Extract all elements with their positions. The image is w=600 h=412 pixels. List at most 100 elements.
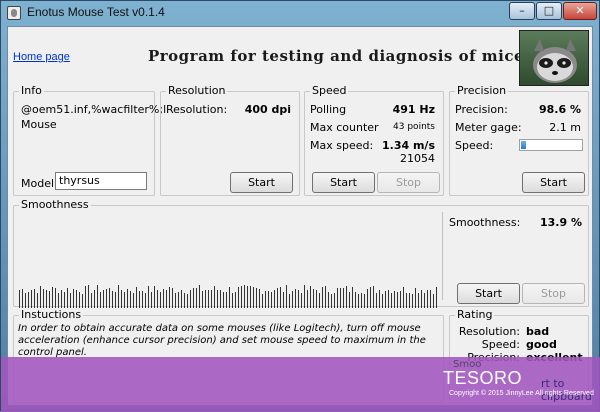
polling-label: Polling (310, 103, 347, 116)
smoothness-tick (211, 290, 212, 308)
precision-group: Precision Precision: 98.6 % Meter gage: … (449, 85, 589, 196)
smoothness-tick (259, 289, 260, 308)
smoothness-tick (286, 285, 287, 308)
smoothness-tick (166, 290, 167, 308)
smoothness-tick (274, 290, 275, 308)
smoothness-value: 13.9 % (540, 216, 582, 229)
speed-gauge (519, 139, 583, 151)
window-title: Enotus Mouse Test v0.1.4 (27, 5, 165, 19)
smoothness-tick (280, 287, 281, 308)
smoothness-tick (370, 287, 371, 308)
smoothness-tick (421, 290, 422, 308)
copyright-text: Copyright © 2015 JinnyLee All rights Res… (449, 390, 594, 397)
smoothness-tick (49, 291, 50, 308)
smoothness-tick (334, 293, 335, 308)
close-button[interactable]: ✕ (563, 2, 597, 20)
max-counter-label: Max counter (310, 121, 379, 134)
smoothness-tick (316, 290, 317, 308)
smoothness-tick (247, 286, 248, 308)
smoothness-stop-button[interactable]: Stop (522, 283, 585, 304)
speed-group: Speed Polling 491 Hz Max counter 43 poin… (304, 85, 444, 196)
app-window: Enotus Mouse Test v0.1.4 – □ ✕ Home page… (0, 0, 600, 412)
smoothness-tick (19, 290, 20, 308)
smoothness-tick (163, 289, 164, 308)
smoothness-tick (265, 291, 266, 308)
smoothness-tick (127, 289, 128, 308)
smoothness-tick (361, 293, 362, 308)
smoothness-tick (25, 293, 26, 308)
smoothness-tick (340, 288, 341, 308)
precision-label: Precision: (455, 103, 508, 116)
smoothness-tick (367, 289, 368, 308)
speed-title: Speed (310, 84, 349, 97)
speed-start-button[interactable]: Start (312, 172, 375, 193)
maximize-button[interactable]: □ (536, 2, 562, 20)
smoothness-tick (64, 292, 65, 308)
smoothness-tick (241, 286, 242, 308)
smoothness-tick (391, 293, 392, 308)
smoothness-tick (373, 286, 374, 308)
smoothness-tick (196, 288, 197, 308)
model-input[interactable]: thyrsus (55, 172, 147, 190)
smoothness-tick (97, 285, 98, 308)
instructions-text: In order to obtain accurate data on some… (18, 323, 426, 358)
smoothness-tick (244, 285, 245, 308)
smoothness-tick (205, 290, 206, 308)
smoothness-tick (397, 292, 398, 308)
smoothness-tick (295, 289, 296, 308)
title-bar[interactable]: Enotus Mouse Test v0.1.4 – □ ✕ (1, 1, 599, 25)
home-page-link[interactable]: Home page (13, 51, 70, 63)
smoothness-start-button[interactable]: Start (457, 283, 520, 304)
smoothness-tick (154, 286, 155, 308)
smoothness-tick (328, 292, 329, 308)
smoothness-tick (319, 293, 320, 308)
smoothness-tick (199, 285, 200, 308)
smoothness-tick (226, 292, 227, 308)
smoothness-tick (235, 292, 236, 308)
smoothness-plot (19, 212, 439, 308)
smoothness-tick (160, 292, 161, 308)
smoothness-tick (337, 288, 338, 308)
raccoon-photo (519, 30, 589, 86)
smoothness-tick (409, 293, 410, 308)
smoothness-tick (145, 293, 146, 308)
rating-resolution-value: bad (526, 325, 550, 338)
smoothness-tick (94, 290, 95, 308)
smoothness-tick (256, 288, 257, 308)
smoothness-tick (208, 290, 209, 308)
meter-gage-value: 2.1 m (549, 121, 581, 134)
smoothness-tick (268, 291, 269, 308)
smoothness-tick (73, 289, 74, 308)
precision-start-button[interactable]: Start (522, 172, 585, 193)
resolution-label: Resolution: (166, 103, 228, 116)
smoothness-tick (58, 293, 59, 308)
smoothness-tick (388, 290, 389, 308)
max-speed-label: Max speed: (310, 139, 374, 152)
max-counter-value: 43 points (393, 122, 435, 132)
smoothness-tick (214, 286, 215, 308)
smoothness-tick (187, 294, 188, 308)
smoothness-tick (349, 292, 350, 308)
smoothness-tick (46, 290, 47, 308)
smoothness-tick (37, 293, 38, 308)
smoothness-tick (175, 293, 176, 308)
smoothness-tick (121, 290, 122, 308)
smoothness-tick (82, 294, 83, 308)
speed-stop-button[interactable]: Stop (377, 172, 440, 193)
smoothness-tick (382, 294, 383, 308)
smoothness-tick (292, 291, 293, 308)
resolution-start-button[interactable]: Start (230, 172, 293, 193)
smoothness-tick (178, 292, 179, 308)
banner-title: Program for testing and diagnosis of mic… (148, 47, 525, 65)
smoothness-tick (103, 290, 104, 308)
smoothness-tick (310, 286, 311, 308)
minimize-button[interactable]: – (509, 2, 535, 20)
smoothness-group: Smoothness Smoothness: 13.9 % Start Stop (13, 199, 589, 308)
precision-speed-label: Speed: (455, 139, 494, 152)
smoothness-tick (376, 293, 377, 308)
smoothness-tick (133, 293, 134, 308)
smoothness-tick (34, 289, 35, 308)
smoothness-tick (142, 291, 143, 308)
smoothness-tick (151, 292, 152, 308)
smoothness-tick (70, 293, 71, 308)
